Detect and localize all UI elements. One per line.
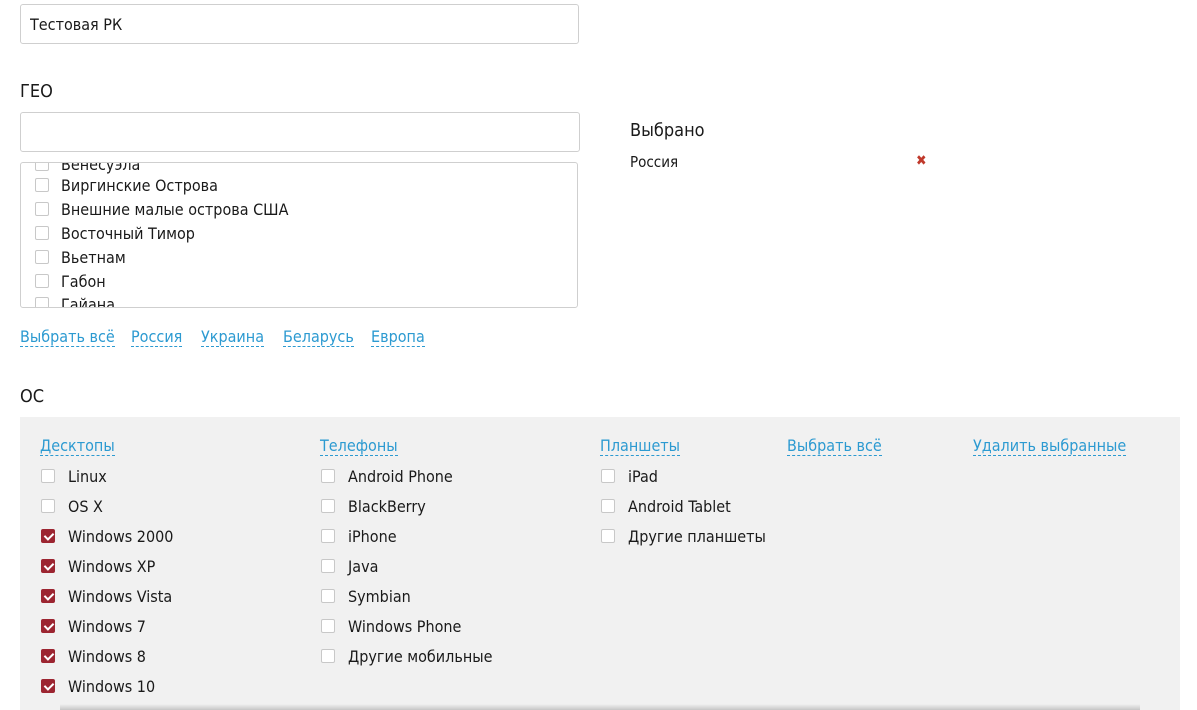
- checkbox-checked[interactable]: [41, 559, 55, 573]
- close-icon[interactable]: ✖: [916, 153, 927, 169]
- os-item[interactable]: Android Phone: [321, 465, 453, 487]
- geo-europe-link[interactable]: Европа: [371, 328, 425, 347]
- os-item-label: Windows 10: [68, 676, 156, 696]
- os-item[interactable]: Windows 8: [41, 645, 146, 667]
- list-item[interactable]: Внешние малые острова США: [35, 197, 288, 221]
- checkbox[interactable]: [321, 619, 335, 633]
- list-item-label: Вьетнам: [61, 247, 126, 267]
- geo-ukraine-link[interactable]: Украина: [201, 328, 265, 347]
- os-item-label: Symbian: [348, 586, 411, 606]
- os-item[interactable]: Windows 10: [41, 675, 155, 697]
- checkbox[interactable]: [601, 469, 615, 483]
- list-item[interactable]: Габон: [35, 269, 106, 293]
- checkbox[interactable]: [35, 226, 49, 240]
- list-item-label: Венесуэла: [61, 162, 141, 174]
- checkbox[interactable]: [35, 274, 49, 288]
- checkbox[interactable]: [35, 250, 49, 264]
- os-item-label: Linux: [68, 466, 107, 486]
- checkbox-checked[interactable]: [41, 649, 55, 663]
- checkbox[interactable]: [601, 529, 615, 543]
- os-item-label: iPad: [628, 466, 658, 486]
- os-item[interactable]: iPad: [601, 465, 658, 487]
- os-item[interactable]: Symbian: [321, 585, 411, 607]
- list-item[interactable]: Виргинские Острова: [35, 173, 218, 197]
- checkbox[interactable]: [321, 559, 335, 573]
- selected-item-label: Россия: [630, 153, 679, 171]
- os-group-tablets-link[interactable]: Планшеты: [600, 437, 681, 456]
- checkbox[interactable]: [35, 297, 49, 307]
- geo-belarus-link[interactable]: Беларусь: [283, 328, 354, 347]
- os-select-all-link[interactable]: Выбрать всё: [787, 437, 882, 456]
- checkbox[interactable]: [601, 499, 615, 513]
- checkbox[interactable]: [41, 469, 55, 483]
- checkbox[interactable]: [35, 202, 49, 216]
- os-item-label: BlackBerry: [348, 496, 426, 516]
- checkbox[interactable]: [321, 499, 335, 513]
- geo-search-input[interactable]: [20, 112, 580, 152]
- os-item-label: Windows 8: [68, 646, 146, 666]
- os-item[interactable]: Windows Phone: [321, 615, 461, 637]
- list-item-label: Внешние малые острова США: [61, 199, 289, 219]
- list-item[interactable]: Гайана: [35, 292, 116, 308]
- geo-russia-link[interactable]: Россия: [131, 328, 183, 347]
- list-item-label: Габон: [61, 271, 106, 291]
- os-item-label: Android Tablet: [628, 496, 731, 516]
- geo-country-list[interactable]: Венесуэла Виргинские Острова Внешние мал…: [20, 162, 578, 308]
- os-panel: Десктопы Linux OS X Windows 2000 Windows…: [20, 417, 1180, 710]
- os-item[interactable]: Windows XP: [41, 555, 155, 577]
- os-item[interactable]: OS X: [41, 495, 103, 517]
- checkbox[interactable]: [41, 499, 55, 513]
- campaign-name-input[interactable]: [20, 4, 579, 44]
- checkbox-checked[interactable]: [41, 679, 55, 693]
- os-item[interactable]: Другие планшеты: [601, 525, 766, 547]
- os-item-label: Windows Vista: [68, 586, 173, 606]
- os-remove-selected-link[interactable]: Удалить выбранные: [973, 437, 1127, 456]
- checkbox[interactable]: [35, 178, 49, 192]
- os-item-label: Java: [348, 556, 379, 576]
- os-item-label: Другие планшеты: [628, 526, 766, 546]
- checkbox-checked[interactable]: [41, 529, 55, 543]
- checkbox-checked[interactable]: [41, 589, 55, 603]
- geo-select-all-link[interactable]: Выбрать всё: [20, 328, 115, 347]
- os-item-label: Windows 7: [68, 616, 146, 636]
- os-group-desktops-link[interactable]: Десктопы: [40, 437, 115, 456]
- geo-heading: ГЕО: [20, 81, 53, 102]
- os-group-phones-link[interactable]: Телефоны: [320, 437, 398, 456]
- os-item[interactable]: Linux: [41, 465, 107, 487]
- os-item-label: Другие мобильные: [348, 646, 493, 666]
- os-item[interactable]: Windows 7: [41, 615, 146, 637]
- checkbox[interactable]: [35, 163, 49, 171]
- os-item-label: Windows 2000: [68, 526, 174, 546]
- os-item[interactable]: Windows Vista: [41, 585, 172, 607]
- os-item[interactable]: BlackBerry: [321, 495, 426, 517]
- list-item-label: Восточный Тимор: [61, 223, 195, 243]
- os-item[interactable]: Windows 2000: [41, 525, 173, 547]
- list-item-label: Гайана: [61, 294, 116, 308]
- os-item-label: iPhone: [348, 526, 397, 546]
- os-item[interactable]: Другие мобильные: [321, 645, 492, 667]
- checkbox-checked[interactable]: [41, 619, 55, 633]
- checkbox[interactable]: [321, 529, 335, 543]
- os-item[interactable]: iPhone: [321, 525, 397, 547]
- os-item-label: OS X: [68, 496, 103, 516]
- selected-title: Выбрано: [630, 120, 705, 141]
- os-item-label: Windows XP: [68, 556, 156, 576]
- list-item-label: Виргинские Острова: [61, 175, 218, 195]
- panel-shadow: [60, 704, 1140, 710]
- checkbox[interactable]: [321, 649, 335, 663]
- list-item[interactable]: Вьетнам: [35, 245, 126, 269]
- os-item-label: Android Phone: [348, 466, 453, 486]
- os-item[interactable]: Android Tablet: [601, 495, 731, 517]
- os-item[interactable]: Java: [321, 555, 378, 577]
- list-item[interactable]: Восточный Тимор: [35, 221, 195, 245]
- os-item-label: Windows Phone: [348, 616, 462, 636]
- checkbox[interactable]: [321, 469, 335, 483]
- checkbox[interactable]: [321, 589, 335, 603]
- os-heading: ОС: [20, 386, 45, 407]
